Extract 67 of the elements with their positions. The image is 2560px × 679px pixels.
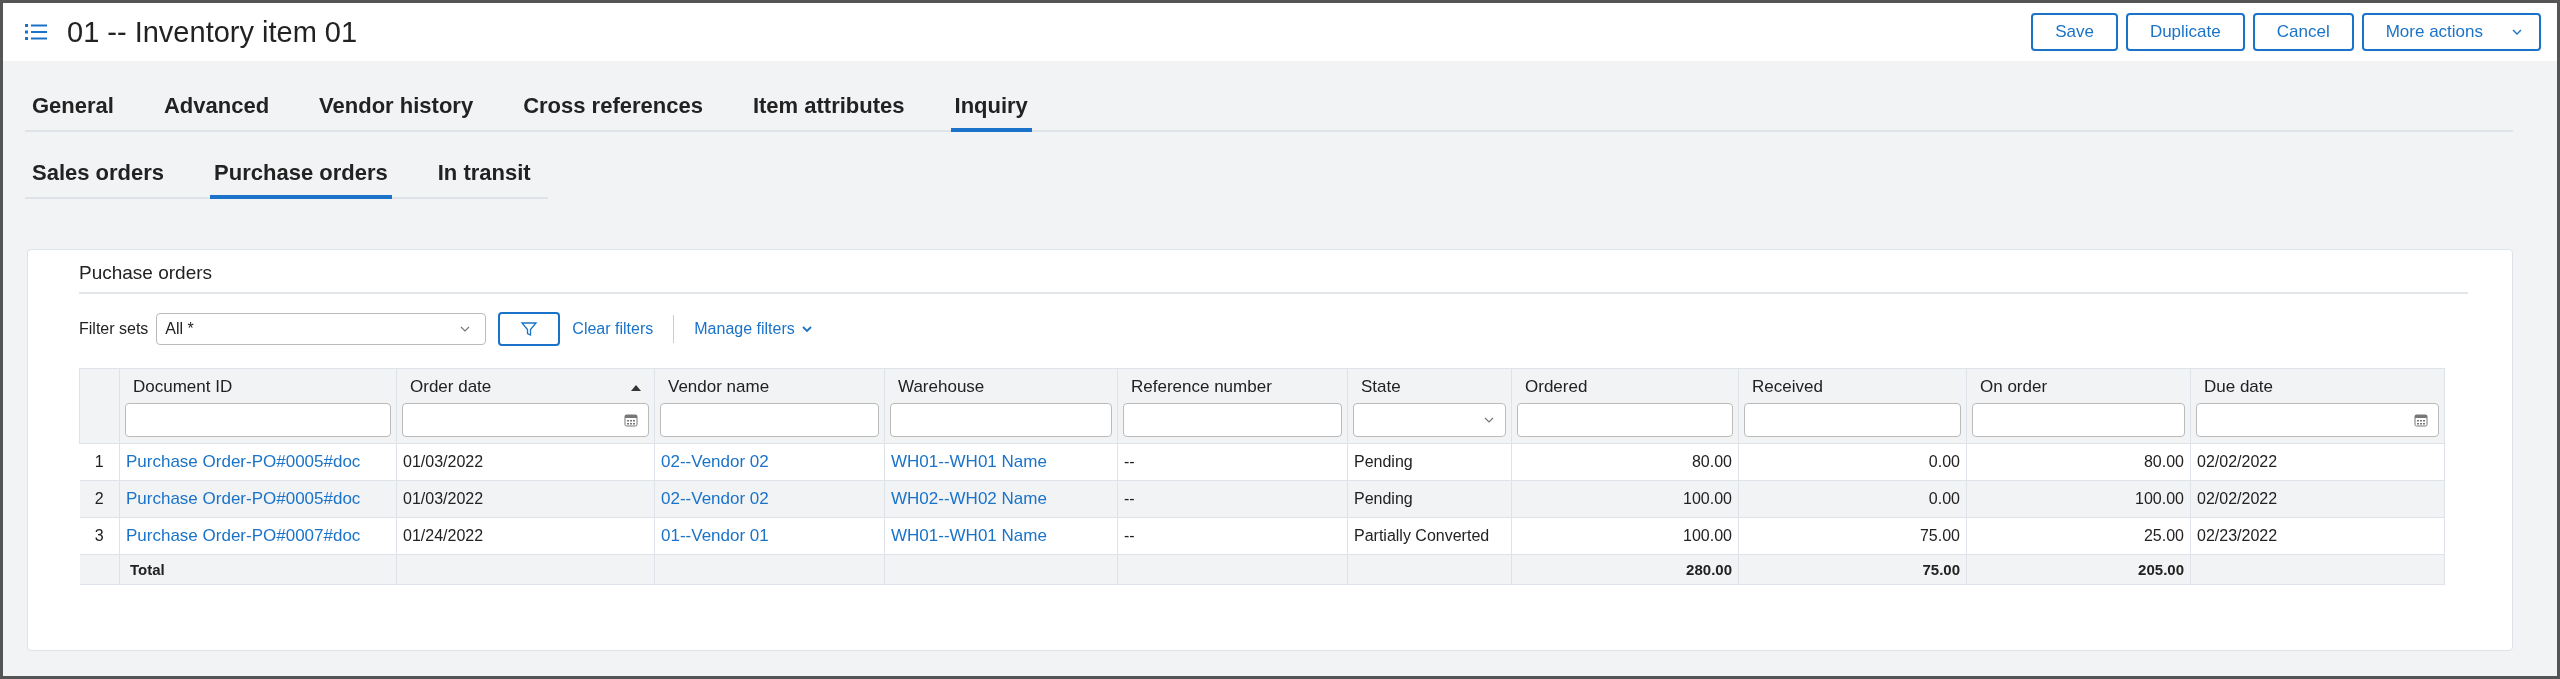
list-icon[interactable] bbox=[25, 23, 47, 41]
table-cell: 01/03/2022 bbox=[403, 453, 484, 470]
table-cell: 100.00 bbox=[2135, 490, 2184, 507]
filter-sets-label: Filter sets bbox=[79, 320, 149, 338]
table-cell: -- bbox=[1124, 490, 1135, 507]
table-cell: 02/02/2022 bbox=[2197, 453, 2278, 470]
manage-filters-link[interactable]: Manage filters bbox=[694, 320, 813, 338]
action-button[interactable]: Duplicate bbox=[2125, 13, 2245, 51]
table-cell: 25.00 bbox=[2143, 527, 2184, 544]
total-value: 75.00 bbox=[1922, 561, 1960, 578]
clear-filters-link[interactable]: Clear filters bbox=[572, 320, 654, 338]
column-filter-field[interactable] bbox=[1972, 403, 2185, 437]
table-cell: Pending bbox=[1354, 490, 1413, 507]
table-cell: 80.00 bbox=[2143, 453, 2184, 470]
tab[interactable]: Vendor history bbox=[315, 89, 478, 132]
table-cell: 01/24/2022 bbox=[403, 527, 484, 544]
table-cell: 02/02/2022 bbox=[2197, 490, 2278, 507]
action-button[interactable]: Save bbox=[2031, 13, 2118, 51]
total-value: 280.00 bbox=[1686, 561, 1732, 578]
table-cell: 100.00 bbox=[1683, 490, 1732, 507]
chevron-down-icon[interactable] bbox=[2511, 28, 2523, 36]
page-title: 01 -- Inventory item 01 bbox=[67, 15, 358, 49]
total-label: Total bbox=[129, 561, 165, 578]
row-number: 2 bbox=[79, 480, 120, 518]
tab[interactable]: General bbox=[28, 89, 118, 132]
column-filter-field[interactable] bbox=[1123, 403, 1342, 437]
table-cell: 75.00 bbox=[1919, 527, 1960, 544]
action-button[interactable]: Cancel bbox=[2252, 13, 2354, 51]
row-number: 3 bbox=[79, 517, 120, 555]
subtab[interactable]: Purchase orders bbox=[210, 156, 392, 199]
funnel-icon bbox=[520, 320, 539, 338]
tab[interactable]: Advanced bbox=[159, 89, 274, 132]
column-filter-field[interactable] bbox=[1744, 403, 1961, 437]
table-cell: Partially Converted bbox=[1354, 527, 1490, 544]
tab[interactable]: Item attributes bbox=[748, 89, 909, 132]
column-filter-field[interactable] bbox=[660, 403, 879, 437]
table-cell: 0.00 bbox=[1928, 490, 1960, 507]
table-cell: 0.00 bbox=[1928, 453, 1960, 470]
chevron-down-icon bbox=[800, 325, 813, 333]
column-filter-field[interactable] bbox=[890, 403, 1112, 437]
table-cell: 80.00 bbox=[1691, 453, 1732, 470]
chevron-down-icon[interactable] bbox=[459, 325, 472, 333]
total-value: 205.00 bbox=[2138, 561, 2184, 578]
chevron-down-icon[interactable] bbox=[1483, 416, 1495, 424]
table-cell: 01/03/2022 bbox=[403, 490, 484, 507]
calendar-icon[interactable] bbox=[2414, 413, 2428, 427]
table-cell: -- bbox=[1124, 453, 1135, 470]
table-cell: -- bbox=[1124, 527, 1135, 544]
table-cell: 02/23/2022 bbox=[2197, 527, 2278, 544]
action-button[interactable]: More actions bbox=[2361, 13, 2541, 51]
column-filter-field[interactable] bbox=[402, 403, 649, 437]
tab[interactable]: Cross references bbox=[519, 89, 707, 132]
column-filter-field[interactable] bbox=[1517, 403, 1733, 437]
section-title: Puchase orders bbox=[79, 262, 213, 283]
subtab[interactable]: In transit bbox=[433, 156, 535, 199]
column-filter-field[interactable] bbox=[125, 403, 391, 437]
column-filter-field[interactable] bbox=[1353, 403, 1506, 437]
row-number: 1 bbox=[79, 443, 120, 481]
filter-sets-dropdown[interactable]: All * bbox=[156, 313, 487, 345]
subtab[interactable]: Sales orders bbox=[28, 156, 169, 199]
table-cell: 100.00 bbox=[1683, 527, 1732, 544]
tab[interactable]: Inquiry bbox=[950, 89, 1032, 132]
sort-ascending-icon[interactable] bbox=[631, 383, 641, 391]
table-cell: Pending bbox=[1354, 453, 1413, 470]
calendar-icon[interactable] bbox=[624, 413, 638, 427]
filter-button[interactable] bbox=[498, 312, 561, 346]
column-filter-field[interactable] bbox=[2196, 403, 2439, 437]
